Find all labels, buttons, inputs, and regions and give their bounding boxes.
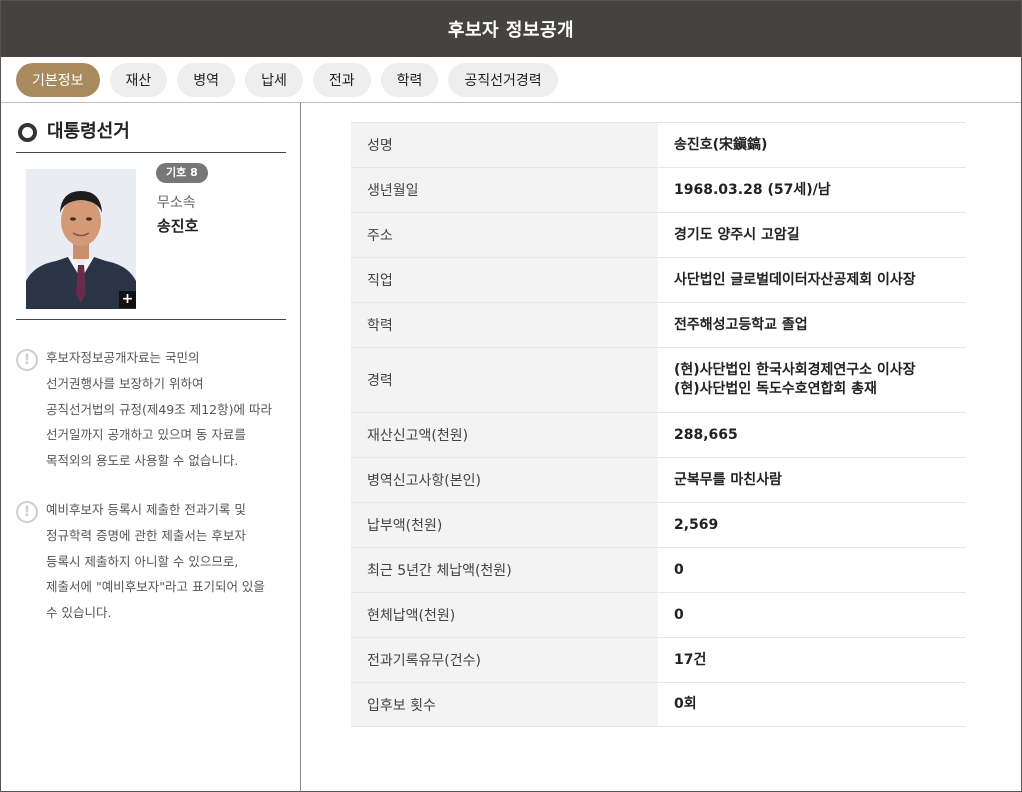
row-label: 최근 5년간 체납액(천원)	[351, 548, 658, 592]
row-value: 2,569	[658, 503, 966, 547]
row-label: 생년월일	[351, 168, 658, 212]
row-label: 직업	[351, 258, 658, 302]
tab-label: 병역	[193, 72, 220, 89]
tab-criminal-record[interactable]: 전과	[312, 62, 371, 97]
table-row: 주소 경기도 양주시 고암길	[351, 212, 966, 257]
table-row: 전과기록유무(건수) 17건	[351, 637, 966, 682]
row-value: 경기도 양주시 고암길	[658, 213, 966, 257]
row-value: 1968.03.28 (57세)/남	[658, 168, 966, 212]
ballot-number-badge: 기호 8	[156, 163, 208, 183]
row-value: 군복무를 마친사람	[658, 458, 966, 502]
tab-label: 학력	[396, 72, 423, 89]
tab-bar: 기본정보 재산 병역 납세 전과 학력 공직선거경력	[1, 57, 1021, 103]
candidate-portrait-icon	[26, 169, 136, 309]
table-row: 직업 사단법인 글로벌데이터자산공제회 이사장	[351, 257, 966, 302]
table-row: 생년월일 1968.03.28 (57세)/남	[351, 167, 966, 212]
exclamation-icon: !	[16, 349, 38, 371]
table-row: 최근 5년간 체납액(천원) 0	[351, 547, 966, 592]
notice-line: 선거일까지 공개하고 있으며 동 자료를	[46, 427, 246, 443]
tab-public-election-career[interactable]: 공직선거경력	[448, 62, 558, 97]
value-line: 군복무를 마친사람	[674, 471, 782, 488]
row-label: 경력	[351, 348, 658, 412]
value-line: 17건	[674, 651, 707, 668]
page-title: 후보자 정보공개	[1, 1, 1021, 57]
value-line: 0	[674, 606, 684, 623]
notice-line: 선거권행사를 보장하기 위하여	[46, 375, 204, 391]
row-label: 현체납액(천원)	[351, 593, 658, 637]
candidate-photo[interactable]	[26, 169, 136, 309]
tab-education[interactable]: 학력	[380, 62, 439, 97]
table-row: 입후보 횟수 0회	[351, 682, 966, 727]
exclamation-icon: !	[16, 501, 38, 523]
row-value: 0	[658, 548, 966, 592]
tab-military[interactable]: 병역	[177, 62, 236, 97]
value-line: 전주해성고등학교 졸업	[674, 316, 808, 333]
table-row: 학력 전주해성고등학교 졸업	[351, 302, 966, 347]
row-value: 288,665	[658, 413, 966, 457]
notice-text: 예비후보자 등록시 제출한 전과기록 및 정규학력 증명에 관한 제출서는 후보…	[46, 497, 265, 626]
row-value: (현)사단법인 한국사회경제연구소 이사장 (현)사단법인 독도수호연합회 총재	[658, 348, 966, 412]
page-title-text: 후보자 정보공개	[447, 20, 575, 41]
notice-line: 예비후보자 등록시 제출한 전과기록 및	[46, 502, 246, 517]
table-row: 경력 (현)사단법인 한국사회경제연구소 이사장 (현)사단법인 독도수호연합회…	[351, 347, 966, 412]
value-line: 288,665	[674, 426, 738, 443]
value-line: 0	[674, 561, 684, 578]
notice-line: 공직선거법의 규정(제49조 제12항)에 따라	[46, 401, 272, 417]
value-line: 송진호(宋鎭鎬)	[674, 136, 768, 153]
row-label: 재산신고액(천원)	[351, 413, 658, 457]
row-label: 병역신고사항(본인)	[351, 458, 658, 502]
tab-label: 공직선거경력	[464, 72, 542, 89]
election-heading: 대통령선거	[16, 121, 286, 153]
table-row: 성명 송진호(宋鎭鎬)	[351, 122, 966, 167]
value-line: (현)사단법인 한국사회경제연구소 이사장	[674, 362, 916, 378]
tab-label: 전과	[328, 72, 355, 89]
tab-assets[interactable]: 재산	[109, 62, 168, 97]
notice-line: 후보자정보공개자료는 국민의	[46, 350, 200, 365]
notice-preliminary-candidate: ! 예비후보자 등록시 제출한 전과기록 및 정규학력 증명에 관한 제출서는 …	[16, 501, 291, 626]
tab-label: 납세	[261, 72, 287, 89]
tab-tax[interactable]: 납세	[245, 62, 303, 97]
notice-disclosure: ! 후보자정보공개자료는 국민의 선거권행사를 보장하기 위하여 공직선거법의 …	[16, 349, 291, 474]
tab-label: 기본정보	[32, 72, 84, 89]
notice-line: 등록시 제출하지 아니할 수 있으므로,	[46, 553, 239, 569]
value-line: 2,569	[674, 516, 719, 533]
row-label: 전과기록유무(건수)	[351, 638, 658, 682]
notice-line: 정규학력 증명에 관한 제출서는 후보자	[46, 527, 246, 543]
row-label: 납부액(천원)	[351, 503, 658, 547]
candidate-info-table: 성명 송진호(宋鎭鎬) 생년월일 1968.03.28 (57세)/남 주소 경…	[351, 122, 966, 727]
row-value: 전주해성고등학교 졸업	[658, 303, 966, 347]
row-value: 0	[658, 593, 966, 637]
value-line: 사단법인 글로벌데이터자산공제회 이사장	[674, 271, 916, 288]
table-row: 재산신고액(천원) 288,665	[351, 412, 966, 457]
value-line: 1968.03.28 (57세)/남	[674, 181, 831, 198]
candidate-sidebar: 대통령선거 + 기호 8 무소속 송진호 ! 후보자정보공개자료는 국민의 선거…	[1, 103, 301, 791]
value-line: (현)사단법인 독도수호연합회 총재	[674, 381, 877, 397]
table-row: 병역신고사항(본인) 군복무를 마친사람	[351, 457, 966, 502]
row-label: 학력	[351, 303, 658, 347]
row-value: 사단법인 글로벌데이터자산공제회 이사장	[658, 258, 966, 302]
tab-basic-info[interactable]: 기본정보	[16, 62, 100, 97]
table-row: 현체납액(천원) 0	[351, 592, 966, 637]
tab-label: 재산	[125, 72, 152, 89]
value-line: 0회	[674, 696, 697, 712]
row-value: 송진호(宋鎭鎬)	[658, 123, 966, 167]
candidate-party: 무소속	[157, 195, 196, 211]
ring-bullet-icon	[18, 123, 37, 142]
sidebar-divider	[16, 319, 286, 320]
notice-line: 목적외의 용도로 사용할 수 없습니다.	[46, 453, 239, 469]
notice-line: 수 있습니다.	[46, 605, 112, 621]
table-row: 납부액(천원) 2,569	[351, 502, 966, 547]
candidate-name: 송진호	[157, 217, 199, 235]
notice-line: 제출서에 "예비후보자"라고 표기되어 있을	[46, 579, 265, 595]
row-value: 17건	[658, 638, 966, 682]
row-label: 입후보 횟수	[351, 683, 658, 726]
expand-label: +	[121, 291, 134, 307]
expand-photo-icon[interactable]: +	[119, 291, 136, 308]
election-title: 대통령선거	[47, 121, 130, 142]
notice-text: 후보자정보공개자료는 국민의 선거권행사를 보장하기 위하여 공직선거법의 규정…	[46, 345, 272, 474]
row-label: 주소	[351, 213, 658, 257]
row-value: 0회	[658, 683, 966, 726]
row-label: 성명	[351, 123, 658, 167]
value-line: 경기도 양주시 고암길	[674, 226, 800, 243]
